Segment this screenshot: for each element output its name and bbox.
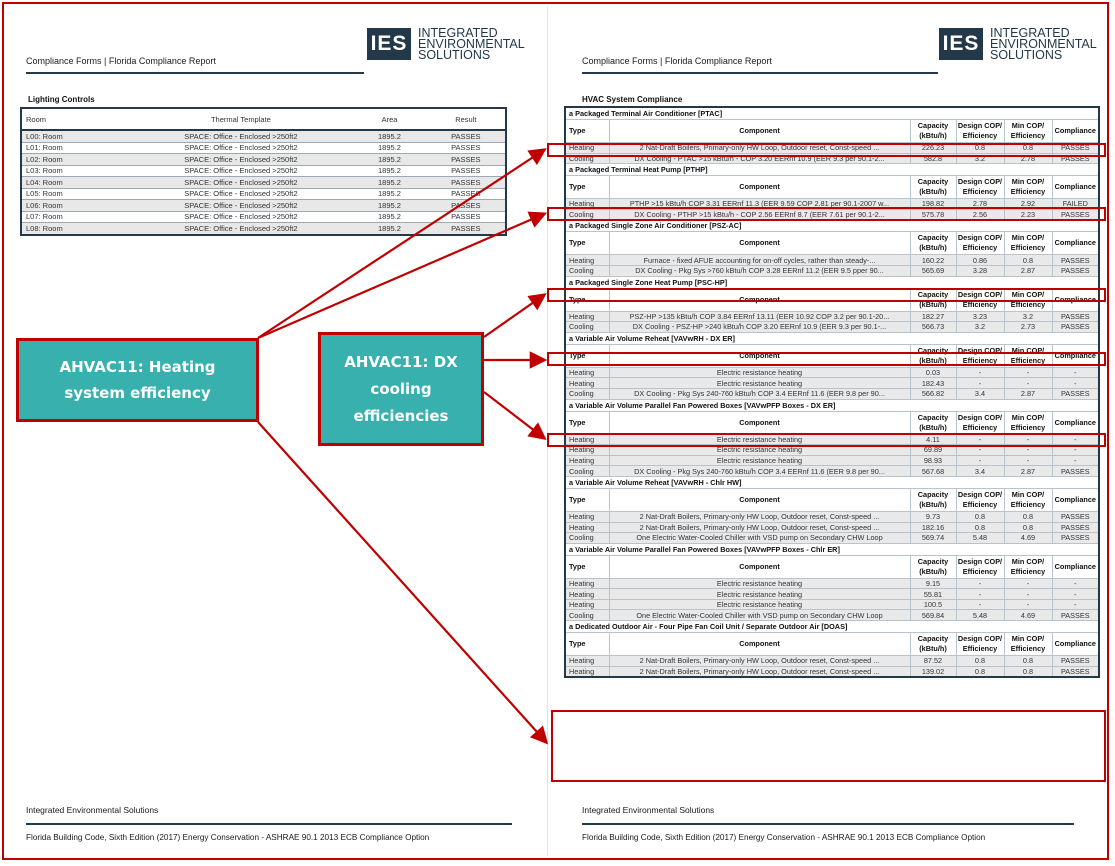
callout-line: cooling	[370, 379, 432, 398]
annotation-arrows	[257, 148, 549, 745]
dx-cooling-callout: AHVAC11: DX cooling efficiencies	[318, 332, 484, 446]
arrow-to-psz-ac-cooling	[483, 293, 547, 338]
callout-line: AHVAC11: Heating	[59, 358, 216, 376]
callout-line: AHVAC11: DX	[344, 352, 458, 371]
callout-line: efficiencies	[353, 406, 449, 425]
callout-line: system efficiency	[64, 384, 211, 402]
heating-efficiency-callout: AHVAC11: Heating system efficiency	[16, 338, 259, 422]
arrow-to-vav-cooling	[483, 391, 547, 441]
arrow-to-ptac-heating	[257, 148, 547, 339]
arrow-to-doas	[257, 421, 549, 745]
arrow-to-pthp-heating	[257, 211, 548, 340]
